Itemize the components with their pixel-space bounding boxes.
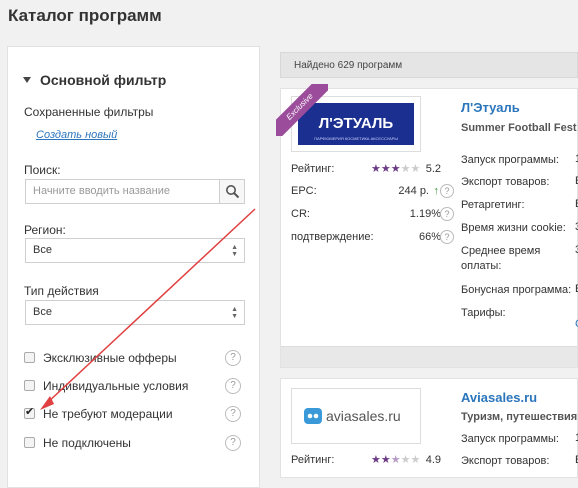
exclusive-ribbon: Exclusive [276, 84, 328, 136]
filter-section-toggle[interactable]: Основной фильтр [23, 72, 166, 88]
rating-stars: ★★★★★ [371, 163, 421, 175]
svg-text:aviasales.ru: aviasales.ru [326, 408, 401, 424]
checkbox-label: Индивидуальные условия [43, 379, 189, 393]
help-icon[interactable]: ? [440, 207, 454, 221]
confirm-label: подтверждение: [291, 231, 374, 243]
info-label: Среднее время оплаты: [461, 245, 541, 272]
svg-text:Л'ЭТУАЛЬ: Л'ЭТУАЛЬ [319, 115, 394, 132]
cr-row: CR: 1.19% ? [291, 207, 454, 221]
program-name-link[interactable]: Л'Этуаль [461, 100, 520, 115]
region-select[interactable]: Все ▲ ▼ [25, 238, 245, 263]
not-connected-checkbox[interactable] [24, 437, 35, 448]
program-card: aviasales.ru Aviasales.ru Туризм, путеше… [280, 378, 578, 478]
select-arrows-icon: ▲ ▼ [231, 306, 238, 320]
help-icon[interactable]: ? [440, 230, 454, 244]
individual-checkbox[interactable] [24, 380, 35, 391]
help-icon[interactable]: ? [225, 378, 241, 394]
confirm-value: 66% [418, 231, 441, 243]
confirm-row: подтверждение: 66% ? [291, 230, 454, 244]
page-title: Каталог программ [8, 6, 162, 25]
program-name-link[interactable]: Aviasales.ru [461, 390, 537, 405]
search-button[interactable] [219, 180, 244, 203]
cr-label: CR: [291, 208, 310, 220]
no-moderation-checkbox[interactable] [24, 405, 35, 419]
action-type-select-value: Все [33, 306, 52, 318]
program-logo[interactable]: aviasales.ru [291, 388, 421, 444]
info-label: Время жизни cookie: [461, 222, 566, 234]
rating-label: Рейтинг: [291, 163, 335, 175]
cr-value: 1.19% [409, 208, 441, 220]
help-icon[interactable]: ? [440, 184, 454, 198]
info-label: Ретаргетинг: [461, 199, 525, 211]
action-type-label: Тип действия [24, 284, 99, 298]
checkbox-row-no-moderation[interactable]: Не требуют модерации ? [24, 405, 249, 424]
rating-row: Рейтинг: ★★★★★ 5.2 [291, 163, 441, 175]
aviasales-logo-icon: aviasales.ru [304, 408, 401, 424]
info-label: Экспорт товаров: [461, 455, 550, 467]
search-input[interactable] [26, 180, 228, 202]
search-field [25, 179, 245, 204]
action-type-select[interactable]: Все ▲ ▼ [25, 300, 245, 325]
checkbox-row-not-connected[interactable]: Не подключены ? [24, 435, 249, 453]
results-count-bar: Найдено 629 программ [280, 52, 578, 78]
results-count: Найдено 629 программ [294, 60, 403, 71]
select-arrows-icon: ▲ ▼ [231, 244, 238, 258]
epc-label: EPC: [291, 185, 317, 197]
checkbox-label: Эксклюзивные офферы [43, 351, 177, 365]
info-label: Тарифы: [461, 307, 506, 319]
rating-value: 5.2 [425, 163, 441, 175]
svg-text:ПАРФЮМЕРИЯ КОСМЕТИКА АКСЕССУАР: ПАРФЮМЕРИЯ КОСМЕТИКА АКСЕССУАРЫ [314, 136, 398, 141]
filter-section-title: Основной фильтр [40, 72, 167, 88]
collapse-triangle-icon [23, 77, 31, 83]
saved-filters-label: Сохраненные фильтры [24, 105, 154, 119]
region-label: Регион: [24, 223, 66, 237]
rating-stars: ★★★★★ [371, 454, 421, 466]
create-filter-link[interactable]: Создать новый [36, 129, 117, 141]
program-subtitle: Summer Football Fest [461, 122, 577, 134]
exclusive-ribbon-text: Exclusive [276, 84, 328, 136]
rating-label: Рейтинг: [291, 454, 335, 466]
checkbox-row-individual[interactable]: Индивидуальные условия ? [24, 378, 249, 396]
magnifier-icon [225, 185, 239, 199]
info-label: Запуск программы: [461, 154, 559, 166]
rating-row: Рейтинг: ★★★★★ 4.9 [291, 454, 441, 466]
search-label: Поиск: [24, 163, 61, 177]
epc-row: EPC: 244 р. ↑ ? [291, 184, 454, 198]
checkbox-label: Не подключены [43, 436, 131, 450]
region-select-value: Все [33, 244, 52, 256]
epc-value: 244 р. [398, 185, 429, 197]
checkbox-row-exclusive[interactable]: Эксклюзивные офферы ? [24, 350, 249, 368]
filter-sidebar: Основной фильтр Сохраненные фильтры Созд… [7, 46, 260, 488]
program-card: Л'ЭТУАЛЬ ПАРФЮМЕРИЯ КОСМЕТИКА АКСЕССУАРЫ… [276, 84, 578, 368]
epc-trend-icon: ↑ [433, 185, 440, 197]
help-icon[interactable]: ? [225, 435, 241, 451]
help-icon[interactable]: ? [225, 350, 241, 366]
checkbox-label: Не требуют модерации [43, 407, 173, 421]
exclusive-checkbox[interactable] [24, 352, 35, 363]
card-footer [281, 346, 577, 367]
info-label: Запуск программы: [461, 433, 559, 445]
program-subtitle: Туризм, путешествия [461, 411, 578, 423]
help-icon[interactable]: ? [225, 406, 241, 422]
info-label: Бонусная программа: [461, 284, 572, 296]
rating-value: 4.9 [425, 454, 441, 466]
info-label: Экспорт товаров: [461, 176, 550, 188]
